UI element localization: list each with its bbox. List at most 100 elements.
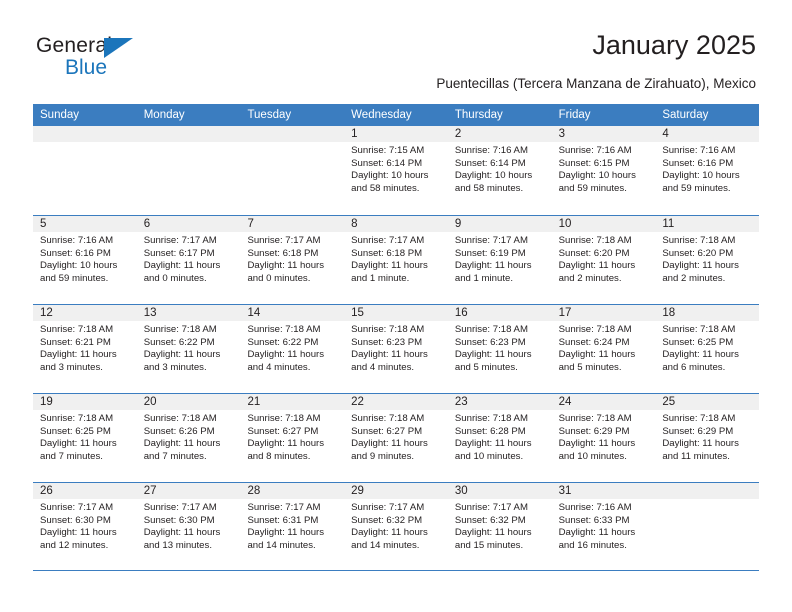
daylight-text-line1: Daylight: 11 hours <box>351 349 428 361</box>
sunset-text: Sunset: 6:16 PM <box>662 157 734 169</box>
daylight-text-line2: and 5 minutes. <box>454 361 518 373</box>
sunrise-text: Sunrise: 7:16 AM <box>454 145 528 156</box>
sunrise-text: Sunrise: 7:15 AM <box>351 145 425 156</box>
calendar-day-cell[interactable]: 9 Sunrise: 7:17 AM Sunset: 6:19 PM Daylight… <box>447 216 552 304</box>
sunrise-text: Sunrise: 7:18 AM <box>662 413 736 424</box>
sunset-text: Sunset: 6:26 PM <box>143 425 215 437</box>
calendar-day-cell[interactable]: 23 Sunrise: 7:18 AM Sunset: 6:28 PM Dayligh… <box>447 394 552 482</box>
day-details: Sunrise: 7:18 AM Sunset: 6:21 PM Daylight:… <box>33 321 137 374</box>
sunset-text: Sunset: 6:24 PM <box>558 336 630 348</box>
calendar-day-cell[interactable]: 28 Sunrise: 7:17 AM Sunset: 6:31 PM Dayligh… <box>240 483 345 570</box>
daylight-text-line1: Daylight: 11 hours <box>247 260 325 272</box>
calendar-day-cell-empty <box>655 483 760 570</box>
day-number: 30 <box>447 483 552 499</box>
day-number: 11 <box>655 216 760 232</box>
calendar-day-cell[interactable]: 11 Sunrise: 7:18 AM Sunset: 6:20 PM Dayligh… <box>655 216 760 304</box>
day-number: 1 <box>344 126 448 142</box>
weekday-header-thursday: Thursday <box>454 109 503 121</box>
calendar-day-cell[interactable]: 17 Sunrise: 7:18 AM Sunset: 6:24 PM Dayligh… <box>551 305 656 393</box>
day-number: 10 <box>551 216 656 232</box>
day-number: 29 <box>344 483 448 499</box>
calendar-day-cell[interactable]: 12 Sunrise: 7:18 AM Sunset: 6:21 PM Dayligh… <box>33 305 137 393</box>
day-details: Sunrise: 7:18 AM Sunset: 6:25 PM Daylight:… <box>655 321 759 374</box>
daylight-text-line2: and 2 minutes. <box>558 272 622 284</box>
sunset-text: Sunset: 6:21 PM <box>40 336 111 348</box>
calendar-day-cell[interactable]: 24 Sunrise: 7:18 AM Sunset: 6:29 PM Dayligh… <box>551 394 656 482</box>
sunrise-text: Sunrise: 7:16 AM <box>558 502 632 513</box>
calendar-day-cell[interactable]: 20 Sunrise: 7:18 AM Sunset: 6:26 PM Dayligh… <box>136 394 241 482</box>
day-details: Sunrise: 7:17 AM Sunset: 6:32 PM Daylight:… <box>448 499 552 552</box>
daylight-text-line1: Daylight: 11 hours <box>558 349 636 361</box>
day-details: Sunrise: 7:18 AM Sunset: 6:26 PM Daylight:… <box>137 410 241 463</box>
calendar-day-cell[interactable]: 3 Sunrise: 7:16 AM Sunset: 6:15 PM Daylight… <box>551 126 656 215</box>
calendar-day-cell[interactable]: 16 Sunrise: 7:18 AM Sunset: 6:23 PM Dayligh… <box>447 305 552 393</box>
day-number: 4 <box>655 126 760 142</box>
daylight-text-line2: and 3 minutes. <box>40 361 103 373</box>
sunset-text: Sunset: 6:29 PM <box>558 425 630 437</box>
daylight-text-line2: and 58 minutes. <box>351 182 420 194</box>
day-number: 21 <box>240 394 345 410</box>
calendar-week-row: 26 Sunrise: 7:17 AM Sunset: 6:30 PM Dayligh… <box>33 482 760 571</box>
daylight-text-line1: Daylight: 11 hours <box>662 349 739 361</box>
sunset-text: Sunset: 6:30 PM <box>143 514 215 526</box>
calendar-day-cell[interactable]: 31 Sunrise: 7:16 AM Sunset: 6:33 PM Dayligh… <box>551 483 656 570</box>
day-number: 18 <box>655 305 760 321</box>
daylight-text-line1: Daylight: 11 hours <box>40 349 117 361</box>
calendar-day-cell[interactable]: 13 Sunrise: 7:18 AM Sunset: 6:22 PM Dayligh… <box>136 305 241 393</box>
sunset-text: Sunset: 6:32 PM <box>454 514 526 526</box>
daylight-text-line2: and 16 minutes. <box>558 539 627 551</box>
sunset-text: Sunset: 6:25 PM <box>40 425 111 437</box>
sunrise-text: Sunrise: 7:18 AM <box>247 324 321 335</box>
calendar-day-cell[interactable]: 4 Sunrise: 7:16 AM Sunset: 6:16 PM Daylight… <box>655 126 760 215</box>
day-details: Sunrise: 7:18 AM Sunset: 6:27 PM Daylight:… <box>240 410 344 463</box>
day-details: Sunrise: 7:16 AM Sunset: 6:15 PM Daylight:… <box>552 142 656 195</box>
day-number: 7 <box>240 216 345 232</box>
day-number: 13 <box>136 305 241 321</box>
calendar-day-cell[interactable]: 14 Sunrise: 7:18 AM Sunset: 6:22 PM Dayligh… <box>240 305 345 393</box>
daylight-text-line2: and 3 minutes. <box>143 361 207 373</box>
calendar-day-cell[interactable]: 19 Sunrise: 7:18 AM Sunset: 6:25 PM Dayligh… <box>33 394 137 482</box>
calendar-day-cell[interactable]: 10 Sunrise: 7:18 AM Sunset: 6:20 PM Dayligh… <box>551 216 656 304</box>
day-details: Sunrise: 7:17 AM Sunset: 6:17 PM Daylight:… <box>137 232 241 285</box>
daylight-text-line2: and 4 minutes. <box>247 361 311 373</box>
calendar-day-cell[interactable]: 29 Sunrise: 7:17 AM Sunset: 6:32 PM Dayligh… <box>344 483 448 570</box>
sunrise-text: Sunrise: 7:18 AM <box>454 413 528 424</box>
calendar-day-cell[interactable]: 26 Sunrise: 7:17 AM Sunset: 6:30 PM Dayligh… <box>33 483 137 570</box>
calendar-day-cell[interactable]: 21 Sunrise: 7:18 AM Sunset: 6:27 PM Dayligh… <box>240 394 345 482</box>
calendar-day-cell[interactable]: 15 Sunrise: 7:18 AM Sunset: 6:23 PM Dayligh… <box>344 305 448 393</box>
sunset-text: Sunset: 6:15 PM <box>558 157 630 169</box>
daylight-text-line2: and 10 minutes. <box>558 450 627 462</box>
sunrise-text: Sunrise: 7:18 AM <box>558 235 632 246</box>
day-number: 27 <box>136 483 241 499</box>
calendar-day-cell[interactable]: 25 Sunrise: 7:18 AM Sunset: 6:29 PM Dayligh… <box>655 394 760 482</box>
daylight-text-line1: Daylight: 11 hours <box>558 260 636 272</box>
calendar-day-cell[interactable]: 5 Sunrise: 7:16 AM Sunset: 6:16 PM Daylight… <box>33 216 137 304</box>
day-details: Sunrise: 7:18 AM Sunset: 6:24 PM Daylight:… <box>552 321 656 374</box>
day-number: 19 <box>33 394 137 410</box>
day-details: Sunrise: 7:18 AM Sunset: 6:22 PM Daylight:… <box>240 321 344 374</box>
calendar-day-cell[interactable]: 18 Sunrise: 7:18 AM Sunset: 6:25 PM Dayligh… <box>655 305 760 393</box>
daylight-text-line2: and 8 minutes. <box>247 450 311 462</box>
weekday-header-friday: Friday <box>558 109 591 121</box>
calendar-day-cell[interactable]: 8 Sunrise: 7:17 AM Sunset: 6:18 PM Daylight… <box>344 216 448 304</box>
day-details: Sunrise: 7:18 AM Sunset: 6:20 PM Daylight:… <box>552 232 656 285</box>
calendar-day-cell[interactable]: 30 Sunrise: 7:17 AM Sunset: 6:32 PM Dayligh… <box>447 483 552 570</box>
calendar-day-cell[interactable]: 27 Sunrise: 7:17 AM Sunset: 6:30 PM Dayligh… <box>136 483 241 570</box>
calendar-week-row: 1 Sunrise: 7:15 AM Sunset: 6:14 PM Daylight… <box>33 126 760 215</box>
calendar-day-cell[interactable]: 2 Sunrise: 7:16 AM Sunset: 6:14 PM Daylight… <box>447 126 552 215</box>
day-number <box>33 126 137 142</box>
daylight-text-line2: and 14 minutes. <box>247 539 316 551</box>
calendar-day-cell[interactable]: 22 Sunrise: 7:18 AM Sunset: 6:27 PM Dayligh… <box>344 394 448 482</box>
daylight-text-line1: Daylight: 11 hours <box>143 349 221 361</box>
general-blue-logo[interactable]: General Blue <box>36 33 236 89</box>
daylight-text-line2: and 59 minutes. <box>662 182 731 194</box>
weekday-header-monday: Monday <box>143 109 185 121</box>
calendar-day-cell[interactable]: 7 Sunrise: 7:17 AM Sunset: 6:18 PM Daylight… <box>240 216 345 304</box>
daylight-text-line1: Daylight: 11 hours <box>454 349 532 361</box>
sunrise-text: Sunrise: 7:18 AM <box>351 413 425 424</box>
day-details: Sunrise: 7:17 AM Sunset: 6:18 PM Daylight:… <box>344 232 448 285</box>
daylight-text-line1: Daylight: 11 hours <box>143 260 221 272</box>
calendar-day-cell[interactable]: 1 Sunrise: 7:15 AM Sunset: 6:14 PM Daylight… <box>344 126 448 215</box>
sunrise-text: Sunrise: 7:17 AM <box>351 502 425 513</box>
calendar-day-cell[interactable]: 6 Sunrise: 7:17 AM Sunset: 6:17 PM Daylight… <box>136 216 241 304</box>
